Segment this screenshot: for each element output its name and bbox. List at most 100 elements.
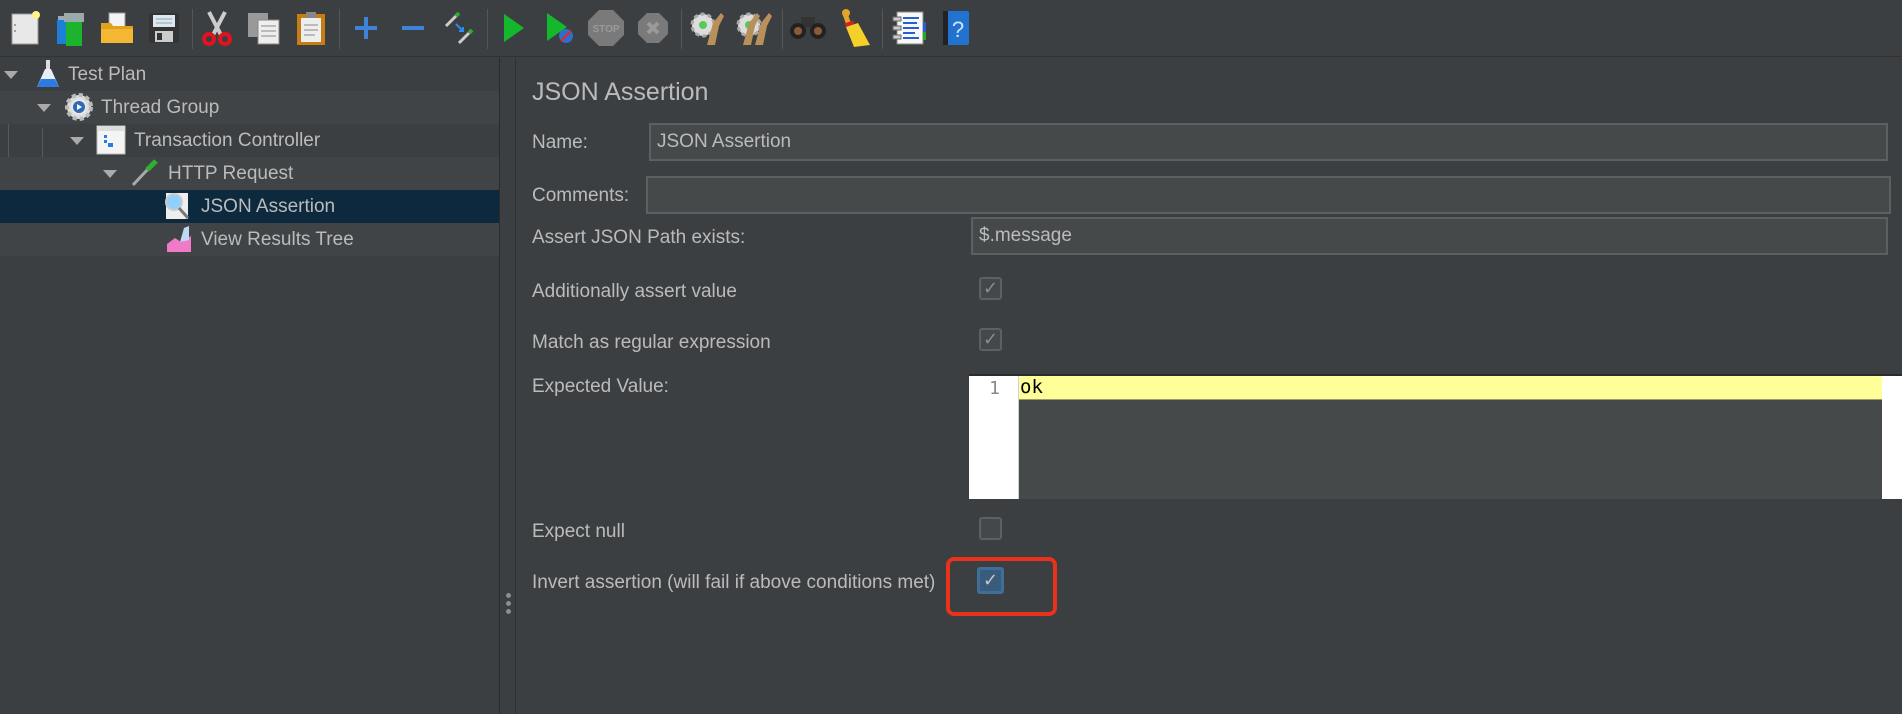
start-no-pauses-button[interactable] (541, 8, 579, 48)
search-button[interactable] (789, 8, 827, 48)
tree-item-label: Test Plan (68, 64, 147, 85)
toggle-button[interactable] (440, 8, 478, 48)
controller-icon (96, 125, 126, 155)
help-icon: ? (943, 11, 969, 45)
comments-input[interactable] (646, 176, 1891, 214)
start-icon (504, 14, 524, 42)
expand-arrow-icon[interactable] (70, 137, 84, 145)
match-regex-checkbox[interactable]: ✓ (979, 328, 1002, 351)
svg-text:?: ? (952, 17, 964, 42)
toggle-icon (444, 11, 474, 45)
line-number-gutter: 1 (969, 376, 1019, 499)
toolbar-separator (339, 9, 340, 49)
start-no-pauses-icon (547, 13, 573, 43)
check-icon: ✓ (982, 329, 999, 349)
reset-search-icon (842, 9, 870, 47)
new-icon (11, 11, 40, 45)
expected-value-label: Expected Value: (532, 376, 669, 397)
magnifier-icon (165, 193, 190, 220)
name-input[interactable] (649, 123, 1888, 161)
open-icon (101, 12, 133, 43)
comments-label: Comments: (532, 185, 630, 206)
gear-icon (65, 93, 93, 121)
toolbar-separator (192, 9, 193, 49)
tree-item-http-request[interactable]: HTTP Request (0, 157, 499, 190)
save-button[interactable] (145, 8, 183, 48)
panel-splitter[interactable] (500, 58, 516, 714)
toolbar-separator (487, 9, 488, 49)
tree-item-view-results-tree[interactable]: View Results Tree (0, 223, 499, 256)
toolbar-separator (782, 9, 783, 49)
templates-button[interactable] (52, 8, 90, 48)
toolbar-separator (882, 9, 883, 49)
current-line: ok (1019, 376, 1882, 400)
test-plan-tree: Test Plan Thread Group Transaction Contr… (0, 58, 500, 714)
open-button[interactable] (98, 8, 136, 48)
splitter-grip-dot (506, 609, 511, 614)
invert-assertion-label: Invert assertion (will fail if above con… (532, 572, 936, 593)
expected-value-text-area[interactable]: ok (1019, 376, 1882, 499)
toolbar-separator (681, 9, 682, 49)
clear-icon (690, 12, 724, 45)
pipette-icon (131, 159, 158, 187)
expand-all-button[interactable] (347, 8, 385, 48)
tree-item-transaction-controller[interactable]: Transaction Controller (0, 124, 499, 157)
search-icon (790, 17, 826, 39)
expect-null-checkbox[interactable] (979, 517, 1002, 540)
splitter-grip-dot (506, 601, 511, 606)
tree-item-test-plan[interactable]: Test Plan (0, 58, 499, 91)
tree-item-label: HTTP Request (168, 163, 294, 184)
editor-scrollbar[interactable] (1882, 376, 1902, 499)
line-number: 1 (989, 378, 1000, 399)
name-label: Name: (532, 132, 588, 153)
check-icon: ✓ (982, 570, 999, 590)
clear-all-button[interactable] (735, 8, 773, 48)
reset-search-button[interactable] (835, 8, 873, 48)
check-icon: ✓ (982, 278, 999, 298)
stop-button[interactable]: STOP (587, 8, 625, 48)
clear-button[interactable] (688, 8, 726, 48)
expand-all-icon (355, 17, 377, 39)
expected-value-editor[interactable]: 1 ok (969, 374, 1902, 499)
help-button[interactable]: ? (937, 8, 975, 48)
additionally-assert-checkbox[interactable]: ✓ (979, 277, 1002, 300)
tree-item-thread-group[interactable]: Thread Group (0, 91, 499, 124)
json-path-input[interactable] (971, 217, 1888, 255)
copy-icon (248, 13, 280, 45)
splitter-grip-dot (506, 593, 511, 598)
function-helper-icon (892, 11, 926, 45)
save-icon (149, 13, 179, 43)
panel-title: JSON Assertion (532, 78, 709, 106)
expand-arrow-icon[interactable] (37, 104, 51, 112)
expand-arrow-icon[interactable] (4, 71, 18, 79)
paste-button[interactable] (292, 8, 330, 48)
svg-text:STOP: STOP (592, 24, 619, 35)
tree-item-label: View Results Tree (201, 229, 354, 250)
json-path-label: Assert JSON Path exists: (532, 227, 746, 248)
start-button[interactable] (495, 8, 533, 48)
templates-icon (57, 13, 84, 46)
toolbar: STOP ? (0, 0, 1902, 57)
match-regex-label: Match as regular expression (532, 332, 771, 353)
expand-arrow-icon[interactable] (103, 170, 117, 178)
tree-item-label: JSON Assertion (201, 196, 336, 217)
invert-assertion-checkbox[interactable]: ✓ (977, 567, 1004, 594)
function-helper-button[interactable] (890, 8, 928, 48)
additionally-assert-label: Additionally assert value (532, 281, 737, 302)
copy-button[interactable] (245, 8, 283, 48)
tree-item-label: Transaction Controller (134, 130, 321, 151)
clear-all-icon (736, 12, 772, 45)
cut-button[interactable] (198, 8, 236, 48)
new-button[interactable] (6, 8, 44, 48)
shutdown-button[interactable] (634, 8, 672, 48)
tree-item-label: Thread Group (101, 97, 220, 118)
cut-icon (202, 11, 232, 46)
collapse-all-button[interactable] (394, 8, 432, 48)
flask-icon (37, 60, 59, 87)
paste-icon (297, 12, 325, 45)
collapse-all-icon (402, 26, 424, 30)
graph-icon (167, 226, 191, 252)
stop-icon: STOP (588, 10, 624, 46)
tree-item-json-assertion[interactable]: JSON Assertion (0, 190, 499, 223)
shutdown-icon (638, 13, 668, 43)
